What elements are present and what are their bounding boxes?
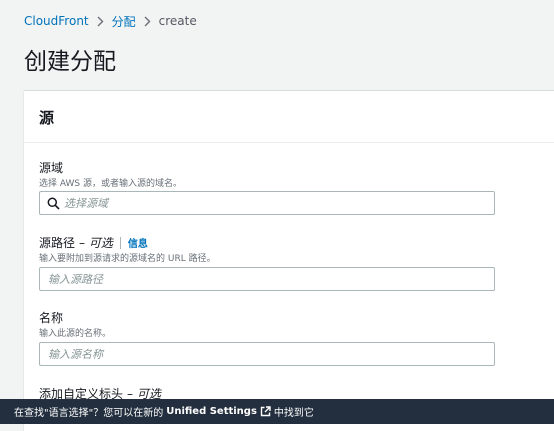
origin-name-label: 名称 <box>39 309 63 326</box>
origin-domain-field[interactable] <box>39 191 495 215</box>
origin-name-field[interactable] <box>39 342 495 366</box>
optional-marker: – 可选 <box>79 236 113 250</box>
breadcrumb: CloudFront 分配 create <box>24 12 197 30</box>
origin-path-description: 输入要附加到源请求的源域名的 URL 路径。 <box>39 254 216 264</box>
external-link-icon[interactable] <box>260 406 271 417</box>
breadcrumb-distributions-link[interactable]: 分配 <box>112 13 136 30</box>
search-icon <box>47 197 60 210</box>
unified-settings-banner: 在查找"语言选择"？您可以在新的 Unified Settings 中找到它 <box>0 399 554 424</box>
origin-section-title: 源 <box>39 109 55 127</box>
origin-path-field[interactable] <box>39 267 495 291</box>
breadcrumb-cloudfront-link[interactable]: CloudFront <box>24 14 89 28</box>
origin-panel-header: 源 <box>24 91 554 143</box>
page-title: 创建分配 <box>24 49 116 75</box>
banner-suffix-text: 中找到它 <box>273 408 314 419</box>
banner-prefix-text: 在查找"语言选择"？您可以在新的 <box>14 408 164 419</box>
origin-path-label: 源路径 – 可选 信息 <box>39 234 148 251</box>
origin-name-description: 输入此源的名称。 <box>39 329 112 339</box>
origin-domain-label-text: 源域 <box>39 161 64 175</box>
origin-domain-description: 选择 AWS 源，或者输入源的域名。 <box>39 179 182 189</box>
origin-panel: 源 源域 选择 AWS 源，或者输入源的域名。 源路径 – 可选 信息 输入要附… <box>24 90 554 431</box>
origin-path-label-text: 源路径 <box>39 236 76 250</box>
chevron-right-icon <box>144 16 151 27</box>
origin-path-input[interactable] <box>40 272 494 286</box>
breadcrumb-current: create <box>158 14 197 28</box>
label-divider <box>119 236 121 249</box>
chevron-right-icon <box>97 16 104 27</box>
origin-domain-input[interactable] <box>60 196 494 210</box>
unified-settings-link[interactable]: Unified Settings <box>166 406 257 417</box>
info-link[interactable]: 信息 <box>128 235 148 250</box>
origin-name-input[interactable] <box>40 347 494 361</box>
origin-name-label-text: 名称 <box>39 311 64 325</box>
origin-domain-label: 源域 <box>39 159 63 176</box>
